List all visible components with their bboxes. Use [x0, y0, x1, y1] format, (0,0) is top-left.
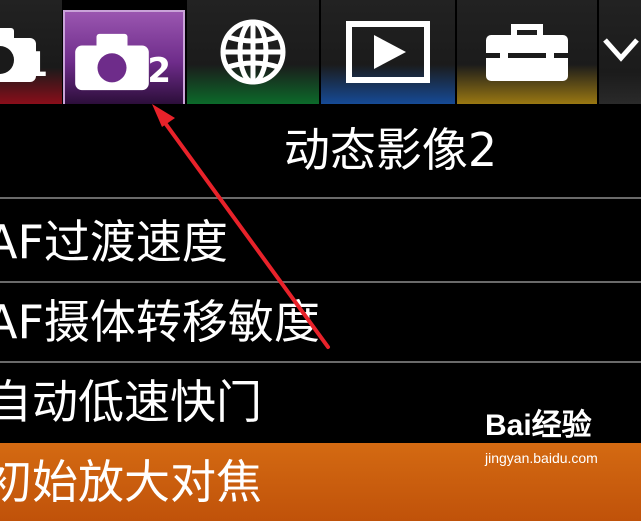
tab-camera-2[interactable]: 2 [63, 10, 185, 104]
tab-setup[interactable] [457, 0, 597, 104]
more-icon [603, 38, 639, 62]
menu-item-af-transition-speed[interactable]: AF过渡速度 [0, 203, 641, 281]
tab-playback[interactable] [321, 0, 455, 104]
tab-network[interactable] [187, 0, 319, 104]
toolbox-icon [486, 24, 568, 81]
menu-tab-bar: 1 2 [0, 0, 641, 104]
camera-icon [75, 33, 149, 91]
tab-number: 1 [24, 45, 48, 85]
tab-more[interactable] [599, 0, 641, 104]
tab-camera-1[interactable]: 1 [0, 0, 62, 104]
menu-item-af-subject-shift-sensitivity[interactable]: AF摄体转移敏度 [0, 283, 641, 361]
watermark: Bai经验 jingyan.baidu.com [485, 406, 635, 474]
menu-page-title: 动态影像2 [283, 123, 498, 177]
watermark-logo: Bai经验 [485, 409, 592, 442]
playback-icon [346, 21, 430, 83]
watermark-url: jingyan.baidu.com [485, 450, 598, 466]
header-divider [0, 197, 641, 199]
globe-icon [220, 19, 286, 85]
tab-number: 2 [147, 51, 171, 91]
